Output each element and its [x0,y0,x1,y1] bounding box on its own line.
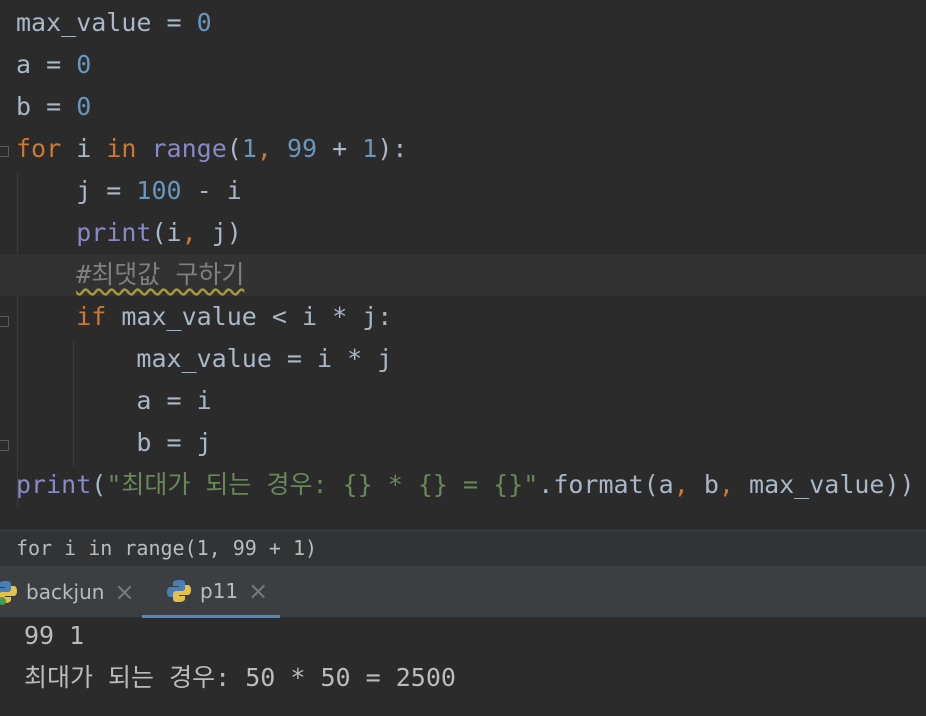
code-token: , [673,470,704,499]
code-token: for [16,134,62,163]
code-line[interactable]: print("최대가 되는 경우: {} * {} = {}".format(a… [0,464,926,506]
code-token: ( [226,134,242,163]
code-token: max_value < i * j: [106,302,393,331]
code-line[interactable]: b = 0 [0,86,926,128]
code-line[interactable]: for i in range(1, 99 + 1): [0,128,926,170]
tab-label: backjun [26,580,105,604]
code-line[interactable]: b = j [0,422,926,464]
code-editor[interactable]: max_value = 0a = 0b = 0 for i in range(1,… [0,0,926,530]
breadcrumb[interactable]: for i in range(1, 99 + 1) [0,530,926,566]
code-line[interactable]: #최댓값 구하기 [0,254,926,296]
code-token: in [106,134,137,163]
code-token: 100 [136,176,182,205]
console-line: 99 1 [24,621,85,650]
code-token: + [317,134,363,163]
code-token: 0 [196,8,212,37]
code-token: "최대가 되는 경우: {} * {} = {}" [106,470,539,499]
code-token: j) [211,218,242,247]
code-token: max_value = i * j [16,344,393,373]
code-line[interactable]: if max_value < i * j: [0,296,926,338]
python-file-icon [0,581,17,605]
code-token: ( [91,470,107,499]
code-line[interactable]: print(i, j) [0,212,926,254]
tab-p11[interactable]: p11 × [142,566,280,618]
code-token: range [151,134,227,163]
run-console-output[interactable]: 99 1 최대가 되는 경우: 50 * 50 = 2500 [0,618,926,716]
code-token: ): [377,134,408,163]
code-token: , [181,218,212,247]
code-token: #최댓값 구하기 [76,260,245,289]
code-token: a = [16,50,77,79]
tab-label: p11 [200,578,239,603]
code-token: print [76,218,152,247]
code-token: if [76,302,107,331]
code-line[interactable]: j = 100 - i [0,170,926,212]
code-token: print [16,470,92,499]
code-token: 99 [286,134,318,163]
code-token: , [718,470,750,499]
code-token: a = i [16,386,212,415]
console-line: 최대가 되는 경우: 50 * 50 = 2500 [24,663,456,692]
code-line[interactable]: max_value = i * j [0,338,926,380]
code-token: .format(a [538,470,674,499]
run-tabs: backjun × p11 × [0,566,926,618]
code-token: max_value = [16,8,197,37]
tab-backjun[interactable]: backjun × [0,566,135,618]
code-token: b = [16,92,77,121]
code-token: , [256,134,287,163]
code-line[interactable]: a = 0 [0,44,926,86]
close-icon[interactable]: × [114,578,134,606]
code-token: j = [16,176,137,205]
code-token: - i [181,176,242,205]
code-token: 1 [362,134,378,163]
code-line[interactable]: a = i [0,380,926,422]
code-token: (i [151,218,182,247]
python-file-icon [167,579,191,602]
code-token: i [61,134,107,163]
code-token: 0 [76,92,92,121]
code-token: b = j [16,428,212,457]
code-token: max_value)) [749,470,915,499]
code-line[interactable]: max_value = 0 [0,2,926,44]
code-token: b [703,470,719,499]
code-token: 1 [241,134,257,163]
close-icon[interactable]: × [248,577,268,605]
code-token: 0 [76,50,92,79]
